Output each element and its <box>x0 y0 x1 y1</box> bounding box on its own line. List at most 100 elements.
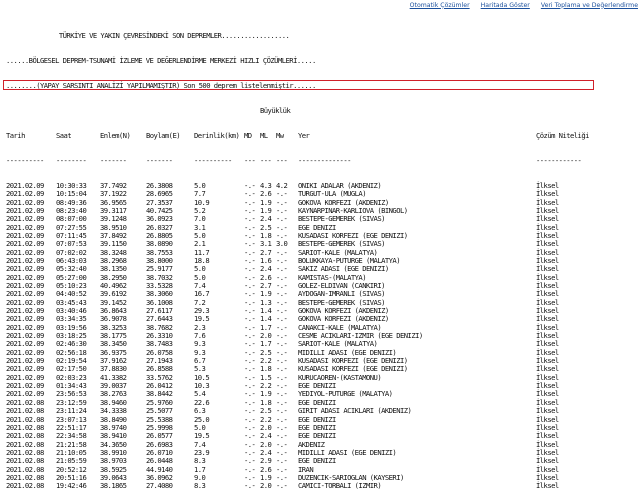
top-links: Otomatik Çözümler Haritada Göster Veri T… <box>399 0 638 10</box>
cell-lat: 38.9410 <box>100 431 127 441</box>
cell-depth: 7.4 <box>194 439 206 449</box>
cell-time: 20:51:16 <box>56 472 87 482</box>
earthquake-listing: TÜRKİYE VE YAKIN ÇEVRESİNDEKİ SON DEPREM… <box>6 15 640 499</box>
cell-lon: 26.0448 <box>146 456 173 466</box>
cell-quality: İlksel <box>536 456 559 466</box>
cell-mw: -.- <box>276 464 288 474</box>
separator-row: ---------- -------- ------- ------- --------… <box>6 155 582 165</box>
cell-lon: 26.0577 <box>146 431 173 441</box>
cell-depth: 5.0 <box>194 422 206 432</box>
banner-line-3: ........(YAPAY SARSINTI ANALİZİ YAPILMAM… <box>6 80 316 90</box>
cell-date: 2021.02.08 <box>6 472 44 482</box>
cell-lon: 25.9998 <box>146 422 173 432</box>
table-row: 2021.02.08 22:34:58 38.9410 26.0577 19.5 -.- 2… <box>6 431 640 441</box>
cell-mw: -.- <box>276 447 288 457</box>
cell-place: EGE DENIZI <box>298 431 336 441</box>
cell-md: -.- <box>244 414 256 424</box>
cell-time: 21:05:59 <box>56 456 87 466</box>
cell-depth: 1.7 <box>194 464 206 474</box>
cell-time: 21:21:58 <box>56 439 87 449</box>
cell-quality: İlksel <box>536 447 559 457</box>
col-lat: Enlem(N) <box>100 130 131 140</box>
table-row: 2021.02.08 20:51:16 39.0643 36.0962 9.0 -.- 1.… <box>6 472 640 482</box>
cell-date: 2021.02.08 <box>6 481 44 491</box>
cell-quality: İlksel <box>536 414 559 424</box>
col-ml: ML <box>260 130 268 140</box>
magnitude-header-row: Büyüklük <box>6 105 640 115</box>
cell-md: -.- <box>244 472 256 482</box>
cell-time: 23:07:13 <box>56 414 87 424</box>
cell-date: 2021.02.08 <box>6 414 44 424</box>
cell-time: 21:10:05 <box>56 447 87 457</box>
cell-quality: İlksel <box>536 439 559 449</box>
cell-quality: İlksel <box>536 422 559 432</box>
link-data-collection[interactable]: Veri Toplama ve Değerlendirme <box>541 2 638 9</box>
cell-ml: 2.6 <box>260 464 272 474</box>
table-row: 2021.02.08 19:42:46 38.1865 27.4080 8.3 -.- 2.… <box>6 481 640 491</box>
cell-lat: 34.3650 <box>100 439 127 449</box>
cell-mw: -.- <box>276 431 288 441</box>
cell-lon: 44.9140 <box>146 464 173 474</box>
cell-md: -.- <box>244 447 256 457</box>
cell-md: -.- <box>244 439 256 449</box>
col-md: MD <box>244 130 252 140</box>
table-row: 2021.02.08 22:51:17 38.9740 25.9998 5.0 -.- 2.… <box>6 422 640 432</box>
magnitude-group-label: Büyüklük <box>260 105 291 115</box>
cell-depth: 19.5 <box>194 431 210 441</box>
cell-date: 2021.02.08 <box>6 456 44 466</box>
link-show-on-map[interactable]: Haritada Göster <box>481 2 530 9</box>
cell-ml: 2.0 <box>260 439 272 449</box>
cell-lat: 38.9703 <box>100 456 127 466</box>
table-row: 2021.02.08 21:10:05 38.9910 26.0710 23.9 -.- 2… <box>6 447 640 457</box>
cell-time: 19:42:46 <box>56 481 87 491</box>
col-time: Saat <box>56 130 72 140</box>
table-row: 2021.02.08 20:52:12 38.5925 44.9140 1.7 -.- 2.… <box>6 464 640 474</box>
cell-ml: 2.4 <box>260 447 272 457</box>
cell-md: -.- <box>244 464 256 474</box>
cell-lon: 26.0710 <box>146 447 173 457</box>
table-row: 2021.02.08 21:05:59 38.9703 26.0448 8.3 -.- 2.… <box>6 456 640 466</box>
cell-time: 22:51:17 <box>56 422 87 432</box>
cell-place: IRAN <box>298 464 314 474</box>
cell-mw: -.- <box>276 422 288 432</box>
banner-line-2: ......BÖLGESEL DEPREM-TSUNAMİ İZLEME VE … <box>6 55 316 65</box>
cell-lon: 27.4080 <box>146 481 173 491</box>
cell-quality: İlksel <box>536 472 559 482</box>
cell-quality: İlksel <box>536 431 559 441</box>
cell-lon: 25.5388 <box>146 414 173 424</box>
cell-mw: -.- <box>276 472 288 482</box>
cell-date: 2021.02.08 <box>6 464 44 474</box>
cell-place: EGE DENIZI <box>298 456 336 466</box>
cell-lon: 36.0962 <box>146 472 173 482</box>
link-automatic-solutions[interactable]: Otomatik Çözümler <box>410 2 470 9</box>
banner-line-1: TÜRKİYE VE YAKIN ÇEVRESİNDEKİ SON DEPREM… <box>6 30 290 40</box>
cell-mw: -.- <box>276 414 288 424</box>
cell-place: AKDENIZ <box>298 439 325 449</box>
cell-depth: 8.3 <box>194 481 206 491</box>
cell-depth: 9.0 <box>194 472 206 482</box>
cell-depth: 25.0 <box>194 414 210 424</box>
cell-place: MIDILLI ADASI (EGE DENIZI) <box>298 447 397 457</box>
col-lon: Boylam(E) <box>146 130 181 140</box>
table-row: 2021.02.08 21:21:58 34.3650 26.6983 7.4 -.- 2.… <box>6 439 640 449</box>
cell-lat: 38.1865 <box>100 481 127 491</box>
col-place: Yer <box>298 130 310 140</box>
cell-quality: İlksel <box>536 481 559 491</box>
cell-ml: 2.2 <box>260 414 272 424</box>
cell-lat: 39.0643 <box>100 472 127 482</box>
cell-quality: İlksel <box>536 464 559 474</box>
cell-ml: 2.9 <box>260 456 272 466</box>
cell-depth: 23.9 <box>194 447 210 457</box>
col-depth: Derinlik(km) <box>194 130 240 140</box>
cell-time: 22:34:58 <box>56 431 87 441</box>
cell-date: 2021.02.08 <box>6 439 44 449</box>
cell-mw: -.- <box>276 456 288 466</box>
cell-lat: 38.9740 <box>100 422 127 432</box>
cell-ml: 2.4 <box>260 431 272 441</box>
column-header-row: Tarih Saat Enlem(N) Boylam(E) Derinlik(km) MD… <box>6 130 640 140</box>
cell-mw: -.- <box>276 439 288 449</box>
cell-lat: 38.5925 <box>100 464 127 474</box>
cell-md: -.- <box>244 431 256 441</box>
cell-depth: 8.3 <box>194 456 206 466</box>
col-date: Tarih <box>6 130 25 140</box>
